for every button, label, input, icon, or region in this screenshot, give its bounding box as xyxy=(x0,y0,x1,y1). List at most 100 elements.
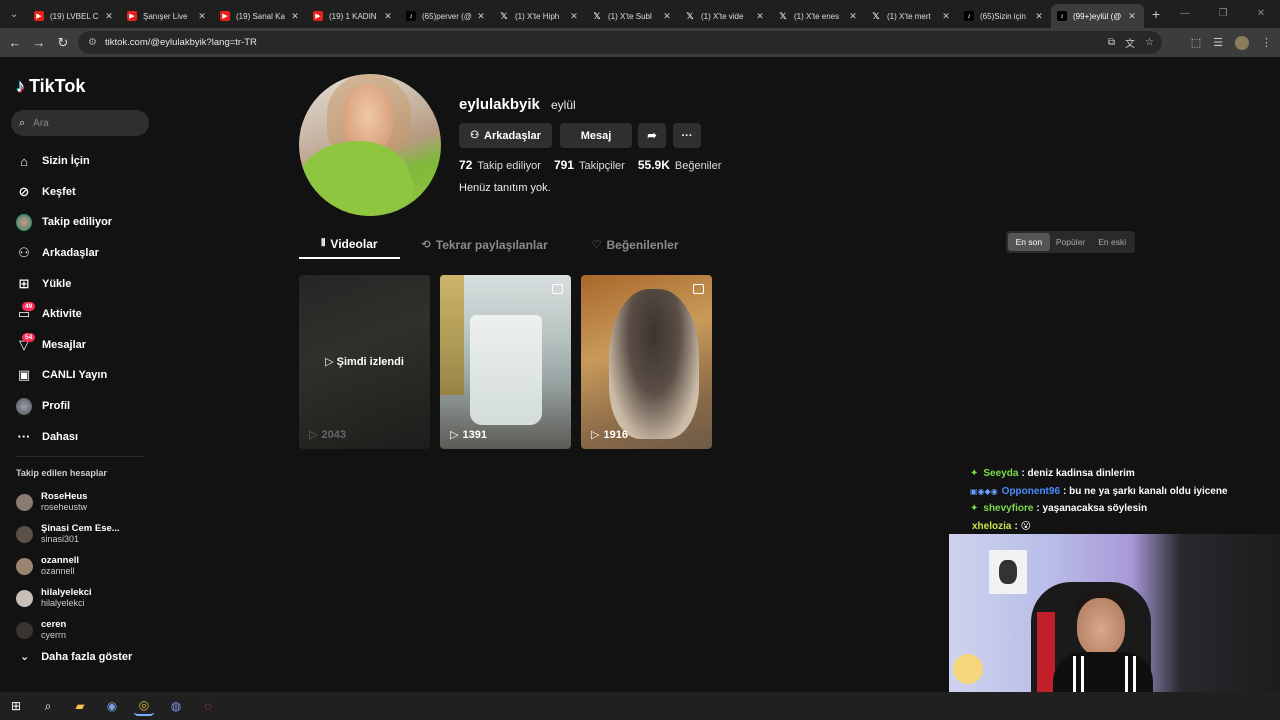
back-icon[interactable]: ← xyxy=(3,35,27,50)
close-tab-icon[interactable]: ✕ xyxy=(289,11,301,22)
app-icon[interactable]: ◉ xyxy=(102,696,122,716)
bookmark-star-icon[interactable]: ☆ xyxy=(1145,37,1154,48)
browser-tab[interactable]: ♪ (65)perver (@ ✕ xyxy=(400,4,493,28)
close-tab-icon[interactable]: ✕ xyxy=(475,11,487,22)
close-tab-icon[interactable]: ✕ xyxy=(568,11,580,22)
minimize-icon[interactable]: — xyxy=(1166,0,1204,28)
reload-icon[interactable]: ↻ xyxy=(51,35,75,51)
sidebar-nav-item[interactable]: ⊘ Keşfet xyxy=(16,177,156,208)
chrome-icon[interactable]: ◎ xyxy=(134,696,154,716)
video-card[interactable]: ▷ 1391 xyxy=(440,275,571,449)
sidebar-nav-item[interactable]: ▣ CANLI Yayın xyxy=(16,360,156,391)
browser-profile-avatar[interactable] xyxy=(1235,35,1249,50)
close-tab-icon[interactable]: ✕ xyxy=(1126,11,1138,22)
sidebar-nav-item[interactable]: ⊞ Yükle xyxy=(16,268,156,299)
obs-icon[interactable]: ◌ xyxy=(198,696,218,716)
close-tab-icon[interactable]: ✕ xyxy=(940,11,952,22)
chat-badge-icon: ✦ xyxy=(970,503,979,515)
message-button[interactable]: Mesaj xyxy=(560,123,632,148)
sort-latest[interactable]: En son xyxy=(1008,233,1050,251)
sidebar-nav-item[interactable]: ▭ 49 Aktivite xyxy=(16,299,156,330)
discord-icon[interactable]: ◍ xyxy=(166,696,186,716)
video-card[interactable]: ▷ Şimdi izlendi ▷ 2043 xyxy=(299,275,430,449)
profile-stat[interactable]: 55.9K Beğeniler xyxy=(638,158,722,172)
profile-avatar xyxy=(16,397,32,415)
close-tab-icon[interactable]: ✕ xyxy=(661,11,673,22)
maximize-icon[interactable]: ❐ xyxy=(1204,0,1242,28)
browser-tab[interactable]: ▶ (19) LVBEL C ✕ xyxy=(28,4,121,28)
translate-icon[interactable]: 文 xyxy=(1125,35,1135,50)
chat-badges-icon: ▣◉◆◉ xyxy=(970,486,998,496)
install-icon[interactable]: ⧉ xyxy=(1108,37,1115,48)
sidebar-nav-item[interactable]: ⌂ Sizin İçin xyxy=(16,146,156,177)
close-tab-icon[interactable]: ✕ xyxy=(1033,11,1045,22)
search-icon[interactable]: ⌕ xyxy=(38,696,58,716)
tab-videos[interactable]: ⦀ Videolar xyxy=(299,230,400,259)
browser-tab[interactable]: ▶ (19) Sanal Ka ✕ xyxy=(214,4,307,28)
windows-start-icon[interactable]: ⊞ xyxy=(6,696,26,716)
close-tab-icon[interactable]: ✕ xyxy=(382,11,394,22)
close-tab-icon[interactable]: ✕ xyxy=(847,11,859,22)
new-tab-button[interactable]: + xyxy=(1144,6,1168,22)
browser-tab[interactable]: 𝕏 (1) X'te vide ✕ xyxy=(679,4,772,28)
sidebar: ♪ TikTok ⌕ ⌂ Sizin İçin ⊘ Keşfet Takip edili… xyxy=(0,58,160,692)
search-box[interactable]: ⌕ xyxy=(11,110,149,136)
following-account[interactable]: ozannell ozannell xyxy=(16,550,156,582)
close-tab-icon[interactable]: ✕ xyxy=(754,11,766,22)
browser-tab[interactable]: 𝕏 (1) X'te Hiph ✕ xyxy=(493,4,586,28)
more-options-button[interactable]: ··· xyxy=(673,123,701,148)
browser-tab-title: (65)Sizin için xyxy=(980,11,1026,21)
sidebar-nav-item[interactable]: ⚇ Arkadaşlar xyxy=(16,238,156,269)
show-more-button[interactable]: ⌄ Daha fazla göster xyxy=(20,650,132,664)
sort-popular[interactable]: Popüler xyxy=(1050,233,1092,251)
sort-oldest[interactable]: En eski xyxy=(1091,233,1133,251)
browser-tab[interactable]: ▶ (19) 1 KADIN ✕ xyxy=(307,4,400,28)
close-tab-icon[interactable]: ✕ xyxy=(103,11,115,22)
tab-reposts[interactable]: ⟲ Tekrar paylaşılanlar xyxy=(400,230,570,259)
profile-stat[interactable]: 791 Takipçiler xyxy=(554,158,625,172)
following-account[interactable]: RoseHeus roseheustw xyxy=(16,486,156,518)
following-accounts-list: RoseHeus roseheustw Şinasi Cem Ese... sinas… xyxy=(16,486,156,646)
view-count: ▷ 1391 xyxy=(450,428,487,442)
browser-tab[interactable]: ▶ Şanışer Live ✕ xyxy=(121,4,214,28)
avatar xyxy=(16,621,33,639)
video-card[interactable]: ▷ 1916 xyxy=(581,275,712,449)
profile-avatar-large[interactable] xyxy=(299,74,441,216)
search-input[interactable] xyxy=(33,117,124,129)
close-window-icon[interactable]: ✕ xyxy=(1242,0,1280,28)
reading-list-icon[interactable]: ☰ xyxy=(1213,36,1223,49)
sidebar-nav-item[interactable]: Profil xyxy=(16,391,156,422)
following-account[interactable]: Şinasi Cem Ese... sinasi301 xyxy=(16,518,156,550)
youtube-icon: ▶ xyxy=(127,11,137,21)
following-account[interactable]: hilalyelekci hilalyelekci xyxy=(16,582,156,614)
browser-menu-icon[interactable]: ⋮ xyxy=(1261,36,1272,49)
share-button[interactable]: ➦ xyxy=(638,123,666,148)
profile-stat[interactable]: 72 Takip ediliyor xyxy=(459,158,541,172)
sidebar-nav-item[interactable]: ▽ 54 Mesajlar xyxy=(16,330,156,361)
sidebar-nav-item[interactable]: ··· Dahası xyxy=(16,421,156,452)
url-bar[interactable]: ⚙ tiktok.com/@eylulakbyik?lang=tr-TR ⧉ 文… xyxy=(78,31,1162,54)
browser-tab-title: (19) Sanal Ka xyxy=(236,11,285,21)
file-explorer-icon[interactable]: ▰ xyxy=(70,696,90,716)
close-tab-icon[interactable]: ✕ xyxy=(196,11,208,22)
following-account[interactable]: ceren cyerrn xyxy=(16,614,156,646)
browser-tab[interactable]: 𝕏 (1) X'te enes ✕ xyxy=(772,4,865,28)
site-info-icon[interactable]: ⚙ xyxy=(88,37,97,48)
tiktok-logo[interactable]: ♪ TikTok xyxy=(16,76,85,97)
browser-tab[interactable]: ♪ (65)Sizin için ✕ xyxy=(958,4,1051,28)
sidebar-nav-label: Aktivite xyxy=(42,308,82,321)
browser-tab[interactable]: ♪ (99+)eylül (@ ✕ xyxy=(1051,4,1144,28)
extension-icons: ⬚ ☰ ⋮ xyxy=(1191,28,1272,57)
account-username: sinasi301 xyxy=(41,534,80,544)
friends-button[interactable]: ⚇ Arkadaşlar xyxy=(459,123,552,148)
forward-icon[interactable]: → xyxy=(27,35,51,50)
chat-text: : deniz kadinsa dinlerim xyxy=(1021,468,1135,480)
browser-tab[interactable]: 𝕏 (1) X'te Subl ✕ xyxy=(586,4,679,28)
tab-liked[interactable]: ♡ Beğenilenler xyxy=(570,230,701,259)
extensions-icon[interactable]: ⬚ xyxy=(1191,36,1201,49)
browser-tab[interactable]: 𝕏 (1) X'te mert ✕ xyxy=(865,4,958,28)
account-name: Şinasi Cem Ese... xyxy=(41,523,120,534)
account-username: cyerrn xyxy=(41,630,67,640)
tab-search-icon[interactable]: ⌄ xyxy=(0,0,28,28)
sidebar-nav-item[interactable]: Takip ediliyor xyxy=(16,207,156,238)
